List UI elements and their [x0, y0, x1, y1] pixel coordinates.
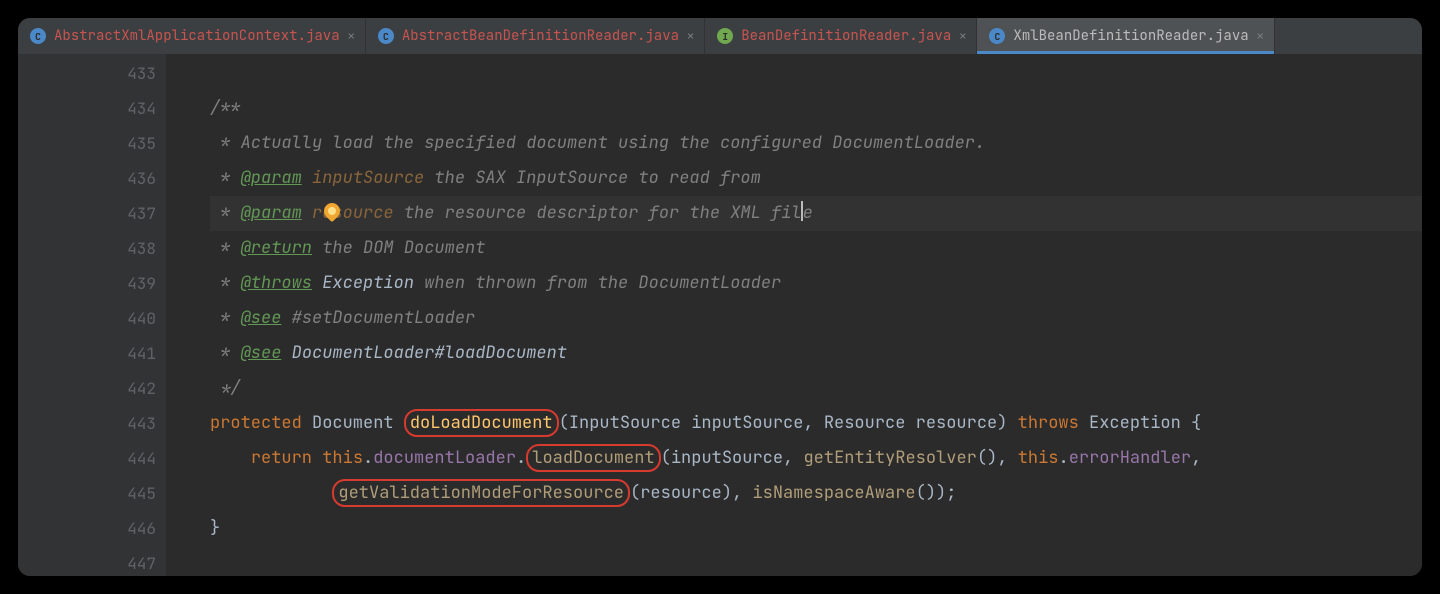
tab-label: BeanDefinitionReader.java: [741, 27, 951, 45]
gutter: 433 434 435 436 437 438 439 440 441 442 …: [18, 54, 166, 576]
code-editor[interactable]: 433 434 435 436 437 438 439 440 441 442 …: [18, 54, 1422, 576]
code-line: [210, 56, 1422, 91]
class-icon: C: [378, 28, 394, 44]
code-line: return this.documentLoader.loadDocument(…: [210, 441, 1422, 476]
code-line: * @throws Exception when thrown from the…: [210, 266, 1422, 301]
tab-label: AbstractBeanDefinitionReader.java: [402, 27, 679, 45]
class-icon: C: [989, 28, 1005, 44]
code-line: getValidationModeForResource(resource), …: [210, 476, 1422, 511]
line-number: 444: [18, 441, 166, 476]
tab-xml-bean-definition-reader[interactable]: C XmlBeanDefinitionReader.java ✕: [977, 18, 1274, 54]
line-number: 437: [18, 196, 166, 231]
line-number: 440: [18, 301, 166, 336]
line-number: 434: [18, 91, 166, 126]
line-number: 443: [18, 406, 166, 441]
interface-icon: I: [717, 28, 733, 44]
class-icon: C: [30, 28, 46, 44]
line-number: 446: [18, 511, 166, 546]
code-line: * @param resource the resource descripto…: [210, 196, 1422, 231]
line-number: 436: [18, 161, 166, 196]
close-icon[interactable]: ✕: [959, 28, 966, 44]
tab-abstract-xml-application-context[interactable]: C AbstractXmlApplicationContext.java ✕: [18, 18, 366, 54]
line-number: 433: [18, 56, 166, 91]
code-line: /**: [210, 91, 1422, 126]
code-line: * @see #setDocumentLoader: [210, 301, 1422, 336]
line-number: 447: [18, 546, 166, 576]
code-line: * @see DocumentLoader#loadDocument: [210, 336, 1422, 371]
code-line: [210, 546, 1422, 576]
annotation-load-document: loadDocument: [526, 444, 660, 472]
line-number: 442: [18, 371, 166, 406]
code-area[interactable]: /** * Actually load the specified docume…: [166, 54, 1422, 576]
tab-bean-definition-reader[interactable]: I BeanDefinitionReader.java ✕: [705, 18, 977, 54]
ide-window: C AbstractXmlApplicationContext.java ✕ C…: [18, 18, 1422, 576]
annotation-get-validation-mode: getValidationModeForResource: [332, 479, 630, 507]
close-icon[interactable]: ✕: [687, 28, 694, 44]
line-number: 445: [18, 476, 166, 511]
annotation-do-load-document: doLoadDocument: [404, 409, 559, 437]
text-caret: [801, 201, 803, 221]
code-line: * Actually load the specified document u…: [210, 126, 1422, 161]
tab-label: AbstractXmlApplicationContext.java: [54, 27, 340, 45]
code-line: }: [210, 511, 1422, 546]
close-icon[interactable]: ✕: [1257, 28, 1264, 44]
tab-label: XmlBeanDefinitionReader.java: [1013, 27, 1248, 45]
line-number: 435: [18, 126, 166, 161]
line-number: 439: [18, 266, 166, 301]
code-line: * @param inputSource the SAX InputSource…: [210, 161, 1422, 196]
tab-abstract-bean-definition-reader[interactable]: C AbstractBeanDefinitionReader.java ✕: [366, 18, 705, 54]
code-line: * @return the DOM Document: [210, 231, 1422, 266]
line-number: 438: [18, 231, 166, 266]
close-icon[interactable]: ✕: [348, 28, 355, 44]
code-line: protected Document doLoadDocument(InputS…: [210, 406, 1422, 441]
line-number: 441: [18, 336, 166, 371]
editor-tabbar: C AbstractXmlApplicationContext.java ✕ C…: [18, 18, 1422, 54]
code-line: */: [210, 371, 1422, 406]
